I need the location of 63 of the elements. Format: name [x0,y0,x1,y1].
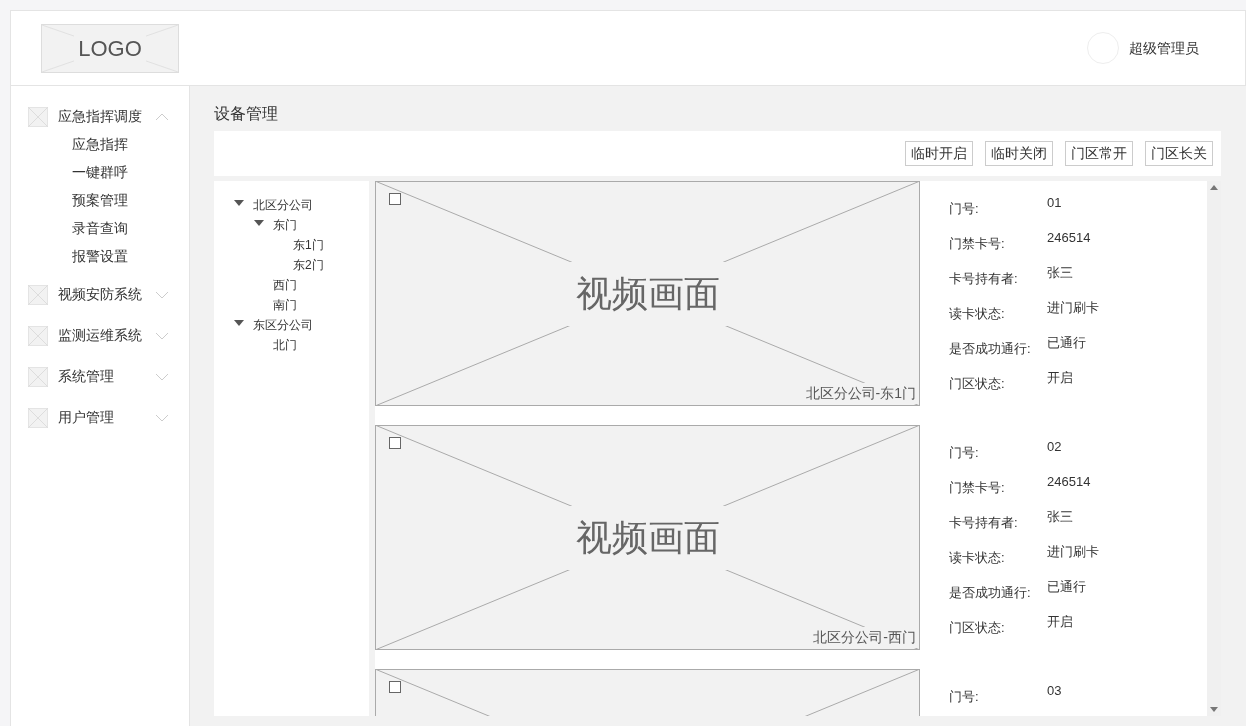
toolbar-button[interactable]: 门区长关 [1145,141,1213,166]
field-value: 已通行 [1047,334,1086,352]
submenu-item[interactable]: 一键群呼 [11,158,189,186]
field-value: 开启 [1047,613,1073,631]
video-caption: 北区分公司-西门 [813,627,916,648]
scroll-up-icon[interactable] [1210,185,1218,190]
field-value: 246514 [1047,229,1091,247]
image-placeholder-icon [28,366,48,387]
field-label: 门号: [949,688,980,706]
field-label: 读卡状态: [949,305,1006,323]
user-name[interactable]: 超级管理员 [1129,37,1199,59]
field-label: 门区状态: [949,375,1006,393]
submenu-item[interactable]: 预案管理 [11,186,189,214]
toolbar-button[interactable]: 门区常开 [1065,141,1133,166]
submenu-item[interactable]: 报警设置 [11,242,189,270]
image-placeholder-icon [28,407,48,428]
tree-node[interactable]: 北区分公司 [253,196,313,214]
sidebar-item[interactable]: 系统管理 [58,366,114,387]
field-value: 01 [1047,194,1062,212]
image-placeholder-icon [28,284,48,305]
logo: LOGO [41,23,179,73]
field-value: 03 [1047,682,1062,700]
field-label: 门区状态: [949,619,1006,637]
image-placeholder-icon [28,325,48,346]
field-label: 读卡状态: [949,549,1006,567]
tree-node[interactable]: 东区分公司 [253,316,313,334]
field-label: 卡号持有者: [949,270,1019,288]
tree-node[interactable]: 东1门 [293,236,324,254]
field-value: 已通行 [1047,578,1086,596]
tree-node[interactable]: 南门 [273,296,297,314]
field-label: 是否成功通行: [949,584,1032,602]
toolbar-button[interactable]: 临时关闭 [985,141,1053,166]
toolbar-button[interactable]: 临时开启 [905,141,973,166]
tree-node[interactable]: 东门 [273,216,297,234]
field-label: 门禁卡号: [949,479,1006,497]
checkbox[interactable] [389,437,401,449]
field-label: 是否成功通行: [949,340,1032,358]
field-label: 门禁卡号: [949,235,1006,253]
image-placeholder-icon [28,106,48,127]
page-title: 设备管理 [214,104,279,124]
sidebar-item[interactable]: 视频安防系统 [58,284,142,305]
field-value: 进门刷卡 [1047,543,1099,561]
tree-node[interactable]: 西门 [273,276,297,294]
checkbox[interactable] [389,681,401,693]
sidebar-item[interactable]: 应急指挥调度 [58,106,142,127]
field-label: 门号: [949,444,980,462]
video-caption: 北区分公司-东1门 [805,383,916,404]
sidebar-item[interactable]: 用户管理 [58,407,114,428]
sidebar-item[interactable]: 监测运维系统 [58,325,142,346]
field-value: 开启 [1047,369,1073,387]
field-value: 02 [1047,438,1062,456]
field-label: 卡号持有者: [949,514,1019,532]
field-label: 门号: [949,200,980,218]
field-value: 张三 [1047,264,1073,282]
scroll-down-icon[interactable] [1210,707,1218,712]
field-value: 进门刷卡 [1047,299,1099,317]
field-value: 张三 [1047,508,1073,526]
submenu-item[interactable]: 应急指挥 [11,130,189,158]
checkbox[interactable] [389,193,401,205]
tree-node[interactable]: 北门 [273,336,297,354]
field-value: 246514 [1047,473,1091,491]
submenu-item[interactable]: 录音查询 [11,214,189,242]
tree-node[interactable]: 东2门 [293,256,324,274]
